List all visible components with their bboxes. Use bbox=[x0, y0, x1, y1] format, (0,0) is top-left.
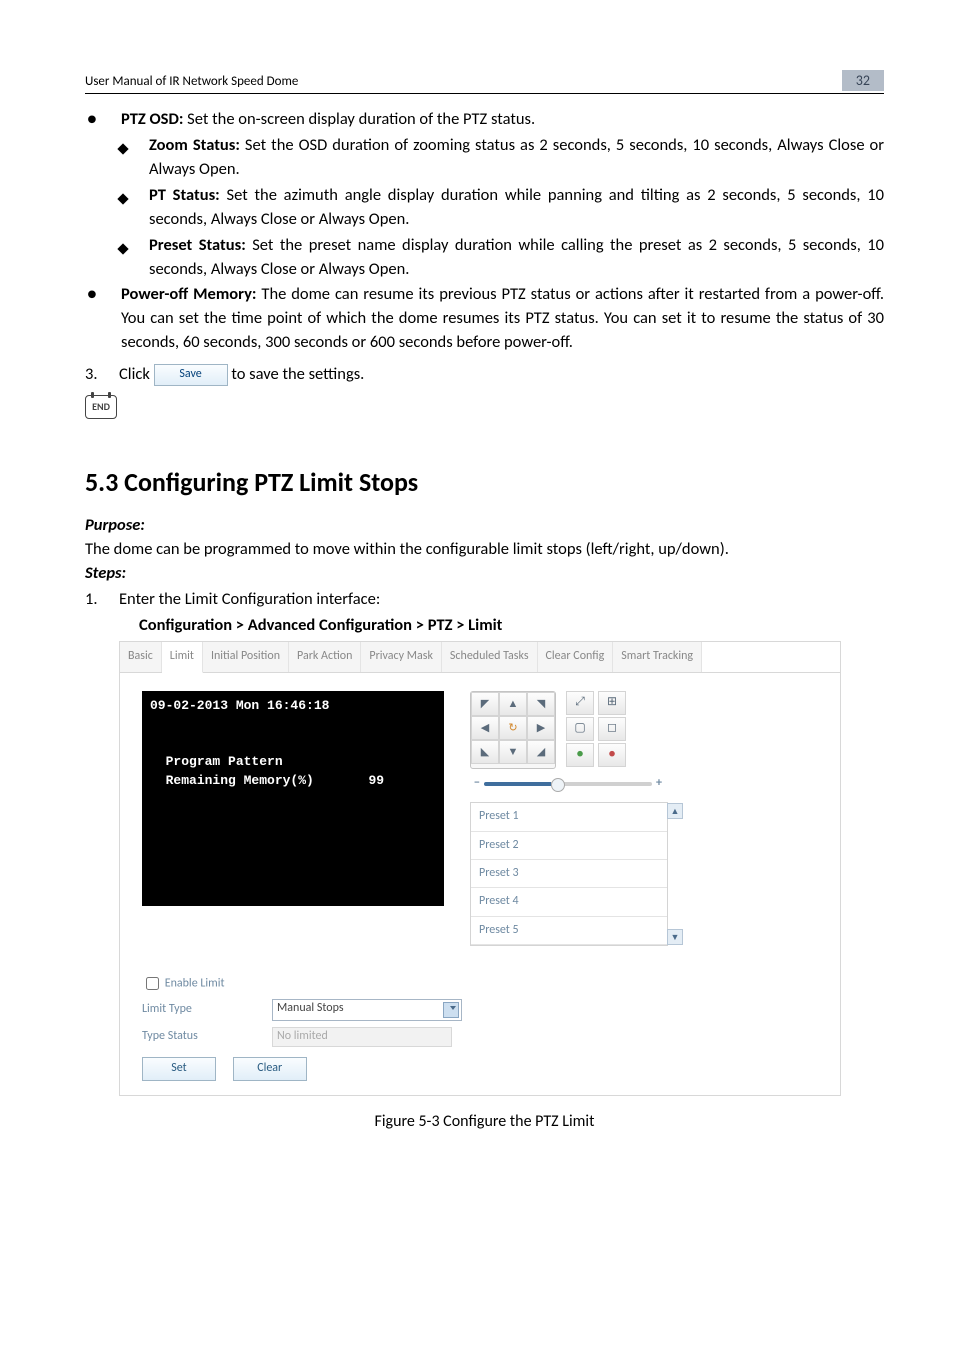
ptz-up-button[interactable]: ▲ bbox=[499, 692, 527, 716]
tab-limit[interactable]: Limit bbox=[162, 642, 203, 672]
enable-limit-checkbox[interactable] bbox=[146, 977, 159, 990]
chevron-down-icon bbox=[450, 1006, 456, 1010]
diamond-icon bbox=[119, 184, 149, 232]
focus-toggle-button[interactable]: ▢ bbox=[566, 717, 594, 741]
bullet-icon: ● bbox=[85, 108, 121, 132]
step-3-text: Click Save to save the settings. bbox=[119, 363, 884, 387]
page-number: 32 bbox=[842, 70, 884, 91]
purpose-label: Purpose: bbox=[85, 514, 884, 538]
iris-open-button[interactable]: ● bbox=[566, 743, 594, 767]
tab-strip: Basic Limit Initial Position Park Action… bbox=[120, 642, 840, 672]
enable-limit-label: Enable Limit bbox=[165, 977, 225, 991]
zoom-out-button[interactable]: ⊞ bbox=[598, 691, 626, 715]
tab-smart-tracking[interactable]: Smart Tracking bbox=[613, 642, 702, 671]
purpose-text: The dome can be programmed to move withi… bbox=[85, 538, 884, 562]
ptz-up-right-button[interactable]: ◥ bbox=[527, 692, 555, 716]
preset-item[interactable]: Preset 1 bbox=[471, 803, 667, 831]
preset-status-line: Preset Status: Set the preset name displ… bbox=[149, 234, 884, 282]
step-number: 3. bbox=[85, 363, 119, 387]
minus-icon: − bbox=[470, 775, 484, 792]
scroll-down-button[interactable]: ▼ bbox=[667, 929, 683, 945]
tab-scheduled-tasks[interactable]: Scheduled Tasks bbox=[442, 642, 538, 671]
figure-caption: Figure 5-3 Configure the PTZ Limit bbox=[85, 1110, 884, 1133]
speed-slider[interactable]: − + bbox=[470, 775, 666, 792]
manual-title: User Manual of IR Network Speed Dome bbox=[85, 74, 298, 89]
preset-item[interactable]: Preset 4 bbox=[471, 888, 667, 916]
steps-label: Steps: bbox=[85, 562, 884, 586]
save-button[interactable]: Save bbox=[154, 364, 228, 386]
scroll-up-button[interactable]: ▲ bbox=[667, 803, 683, 819]
focus-toggle-alt-button[interactable]: ◻ bbox=[598, 717, 626, 741]
limit-type-label: Limit Type bbox=[142, 1001, 272, 1018]
bullet-icon: ● bbox=[85, 283, 121, 355]
ptz-left-button[interactable]: ◀ bbox=[471, 716, 499, 740]
section-heading: 5.3 Configuring PTZ Limit Stops bbox=[85, 464, 884, 502]
ptz-right-button[interactable]: ▶ bbox=[527, 716, 555, 740]
video-preview: 09-02-2013 Mon 16:46:18 Program Pattern … bbox=[142, 691, 444, 906]
tab-basic[interactable]: Basic bbox=[120, 642, 162, 671]
step-1-text: Enter the Limit Configuration interface: bbox=[119, 588, 884, 612]
step-number: 1. bbox=[85, 588, 119, 612]
clear-button[interactable]: Clear bbox=[233, 1057, 307, 1081]
diamond-icon bbox=[119, 234, 149, 282]
tab-initial-position[interactable]: Initial Position bbox=[203, 642, 289, 671]
plus-icon: + bbox=[652, 775, 666, 792]
ptz-osd-line: PTZ OSD: Set the on-screen display durat… bbox=[121, 108, 884, 132]
type-status-label: Type Status bbox=[142, 1028, 272, 1045]
config-path: Configuration > Advanced Configuration >… bbox=[139, 614, 884, 638]
diamond-icon bbox=[119, 134, 149, 182]
config-panel: Basic Limit Initial Position Park Action… bbox=[119, 641, 841, 1096]
tab-clear-config[interactable]: Clear Config bbox=[538, 642, 614, 671]
zoom-in-button[interactable]: ⤢ bbox=[566, 691, 594, 715]
limit-type-select[interactable]: Manual Stops bbox=[272, 999, 462, 1021]
zoom-status-line: Zoom Status: Set the OSD duration of zoo… bbox=[149, 134, 884, 182]
iris-close-button[interactable]: ● bbox=[598, 743, 626, 767]
ptz-down-right-button[interactable]: ◢ bbox=[527, 740, 555, 764]
tab-privacy-mask[interactable]: Privacy Mask bbox=[361, 642, 442, 671]
ptz-down-button[interactable]: ▼ bbox=[499, 740, 527, 764]
ptz-up-left-button[interactable]: ◤ bbox=[471, 692, 499, 716]
preset-item[interactable]: Preset 2 bbox=[471, 832, 667, 860]
preset-list: Preset 1 Preset 2 Preset 3 Preset 4 Pres… bbox=[470, 802, 668, 946]
poweroff-line: Power-off Memory: The dome can resume it… bbox=[121, 283, 884, 355]
ptz-down-left-button[interactable]: ◣ bbox=[471, 740, 499, 764]
ptz-auto-button[interactable]: ↻ bbox=[499, 716, 527, 740]
ptz-dpad: ◤ ▲ ◥ ◀ ↻ ▶ ◣ ▼ bbox=[470, 691, 556, 769]
type-status-field: No limited bbox=[272, 1027, 452, 1047]
preset-item[interactable]: Preset 3 bbox=[471, 860, 667, 888]
set-button[interactable]: Set bbox=[142, 1057, 216, 1081]
preset-item[interactable]: Preset 5 bbox=[471, 917, 667, 945]
end-icon: END bbox=[85, 395, 117, 419]
pt-status-line: PT Status: Set the azimuth angle display… bbox=[149, 184, 884, 232]
tab-park-action[interactable]: Park Action bbox=[289, 642, 361, 671]
